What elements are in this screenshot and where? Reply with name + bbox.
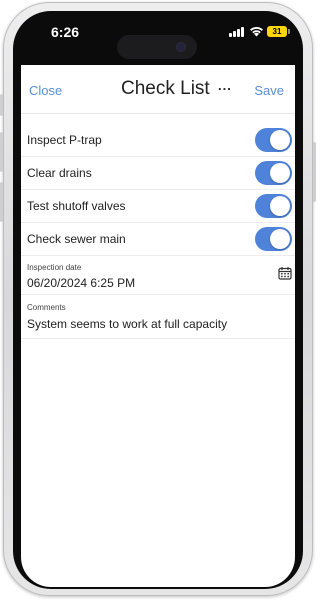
- calendar-icon[interactable]: [278, 266, 292, 280]
- comments-value[interactable]: System seems to work at full capacity: [27, 317, 227, 331]
- action-button: [0, 94, 3, 116]
- close-button[interactable]: Close: [29, 83, 62, 98]
- camera-icon: [177, 43, 185, 51]
- volume-up-button: [0, 132, 3, 172]
- power-button: [313, 142, 316, 202]
- dynamic-island: [117, 35, 197, 59]
- page-title: Check List: [121, 78, 210, 99]
- toggle-knob: [270, 196, 290, 216]
- inspect-p-trap-toggle[interactable]: [255, 128, 292, 152]
- volume-down-button: [0, 182, 3, 222]
- battery-icon: 31: [267, 26, 287, 37]
- checklist-item-test-shutoff-valves: Test shutoff valves: [21, 190, 295, 223]
- save-button[interactable]: Save: [254, 83, 284, 98]
- comments-label: Comments: [27, 303, 66, 312]
- test-shutoff-valves-toggle[interactable]: [255, 194, 292, 218]
- status-time: 6:26: [51, 24, 80, 40]
- phone-frame: 6:26 31 Close Check List ... Save Inspec…: [0, 2, 316, 596]
- checklist-item-check-sewer-main: Check sewer main: [21, 223, 295, 256]
- toggle-knob: [270, 130, 290, 150]
- toggle-knob: [270, 163, 290, 183]
- checklist-item-label: Check sewer main: [27, 232, 126, 246]
- checklist-item-clear-drains: Clear drains: [21, 157, 295, 190]
- checklist-item-label: Test shutoff valves: [27, 199, 126, 213]
- more-options-button[interactable]: ...: [218, 78, 232, 93]
- checklist-item-label: Clear drains: [27, 166, 92, 180]
- screen-bezel: 6:26 31 Close Check List ... Save Inspec…: [13, 11, 303, 589]
- status-bar: 6:26 31: [13, 11, 303, 65]
- inspection-date-label: Inspection date: [27, 263, 82, 272]
- app-screen: Close Check List ... Save Inspect P-trap…: [21, 65, 295, 587]
- checklist-item-label: Inspect P-trap: [27, 133, 102, 147]
- inspection-date-value[interactable]: 06/20/2024 6:25 PM: [27, 276, 135, 290]
- inspection-date-field[interactable]: Inspection date 06/20/2024 6:25 PM: [21, 256, 295, 295]
- toggle-knob: [270, 229, 290, 249]
- navigation-bar: Close Check List ... Save: [21, 65, 295, 114]
- clear-drains-toggle[interactable]: [255, 161, 292, 185]
- comments-field[interactable]: Comments System seems to work at full ca…: [21, 298, 295, 339]
- cellular-signal-icon: [229, 27, 245, 37]
- checklist-item-inspect-p-trap: Inspect P-trap: [21, 124, 295, 157]
- wifi-icon: [250, 26, 263, 37]
- check-sewer-main-toggle[interactable]: [255, 227, 292, 251]
- battery-cap: [288, 29, 290, 34]
- battery-level: 31: [272, 27, 282, 36]
